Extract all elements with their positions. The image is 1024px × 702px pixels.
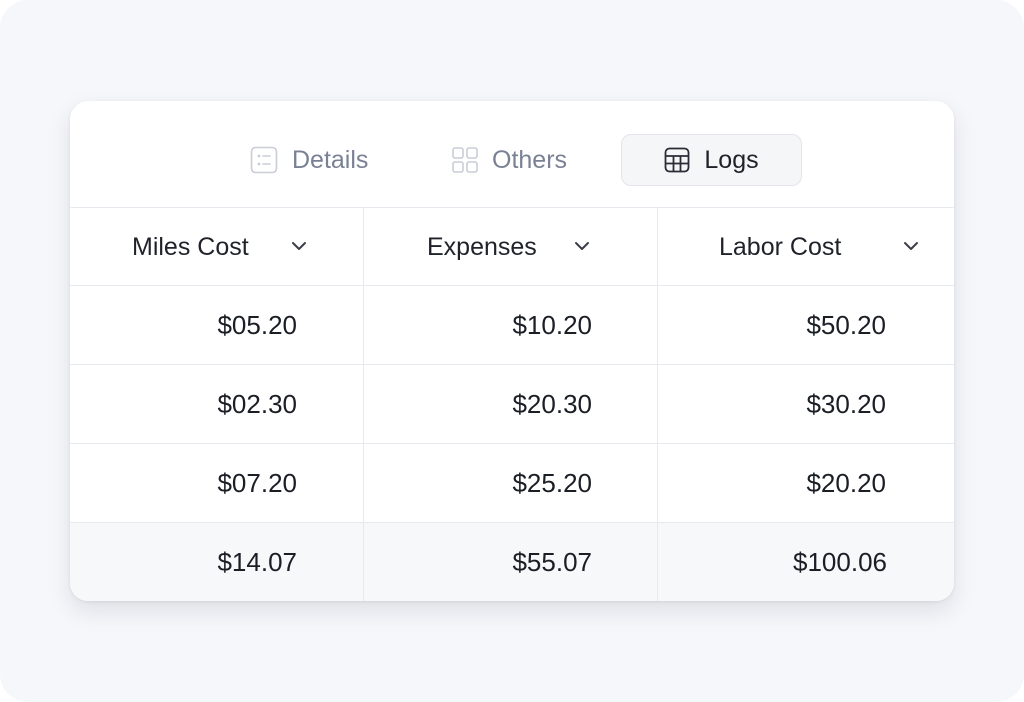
table-cell: $30.20: [806, 389, 886, 419]
chevron-down-icon[interactable]: [574, 239, 590, 257]
total-expenses: $55.07: [512, 547, 592, 577]
column-header-expenses[interactable]: Expenses: [427, 208, 537, 286]
table-cell: $20.20: [806, 468, 886, 498]
column-header-label: Labor Cost: [719, 232, 842, 261]
cost-table: Miles Cost Expenses Labor Cost $05.20 $1…: [70, 207, 954, 601]
column-header-label: Miles Cost: [132, 232, 249, 261]
tab-others[interactable]: Others: [452, 134, 567, 186]
table-cell: $10.20: [512, 310, 592, 340]
table-cell: $05.20: [217, 310, 297, 340]
column-header-labor-cost[interactable]: Labor Cost: [719, 208, 841, 286]
table-cell: $50.20: [806, 310, 886, 340]
table-cell: $02.30: [217, 389, 297, 419]
table-icon: [664, 147, 690, 173]
chevron-down-icon[interactable]: [903, 239, 919, 257]
tab-details[interactable]: Details: [250, 134, 368, 186]
total-labor-cost: $100.06: [793, 547, 887, 577]
chevron-down-icon[interactable]: [291, 239, 307, 257]
list-icon: [250, 146, 278, 174]
table-cell: $25.20: [512, 468, 592, 498]
tab-details-label: Details: [292, 145, 369, 174]
column-header-miles-cost[interactable]: Miles Cost: [132, 208, 249, 286]
tab-others-label: Others: [492, 145, 568, 174]
logs-card: Details Others Logs Miles Cost Expenses …: [70, 101, 954, 601]
table-cell: $20.30: [512, 389, 592, 419]
total-miles-cost: $14.07: [217, 547, 297, 577]
grid-icon: [452, 147, 478, 173]
tab-bar: Details Others Logs: [70, 101, 954, 207]
tab-logs-label: Logs: [704, 145, 759, 174]
tab-logs[interactable]: Logs: [621, 134, 802, 186]
column-header-label: Expenses: [427, 232, 537, 261]
table-cell: $07.20: [217, 468, 297, 498]
